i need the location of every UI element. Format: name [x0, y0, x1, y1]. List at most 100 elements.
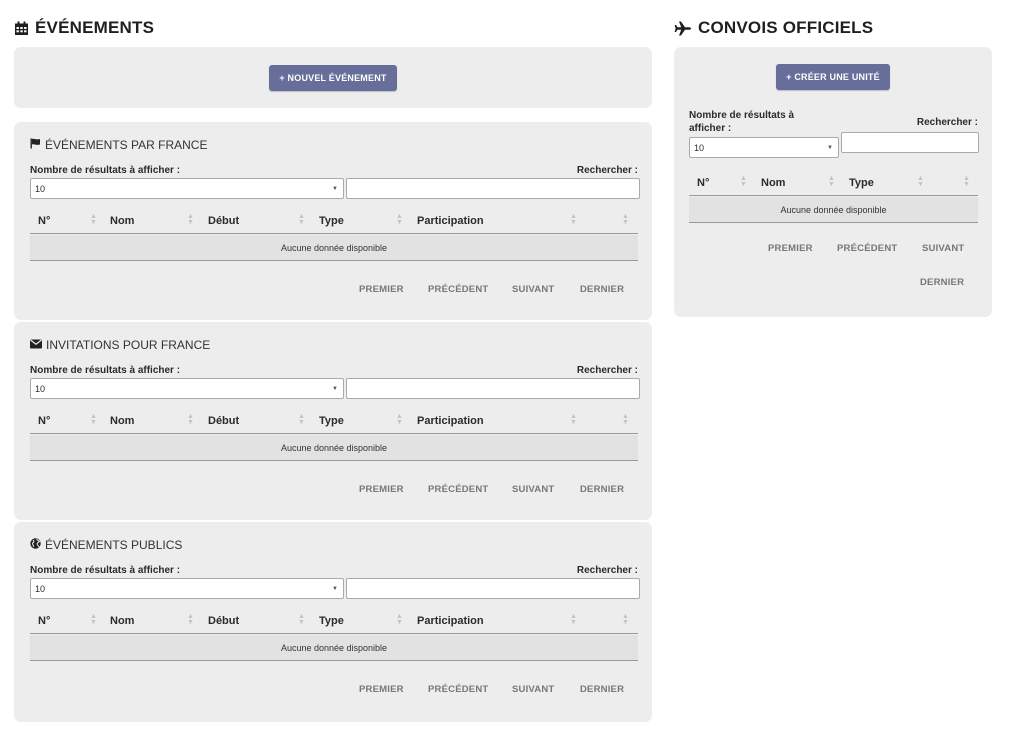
section-header: ÉVÉNEMENTS PUBLICS — [30, 538, 182, 552]
pagination-next[interactable]: SUIVANT — [512, 484, 554, 495]
search-input[interactable] — [841, 132, 979, 153]
empty-row: Aucune donnée disponible — [30, 435, 638, 461]
col-name[interactable]: Nom — [110, 615, 134, 627]
search-label: Rechercher : — [576, 565, 638, 576]
calendar-icon — [14, 21, 29, 36]
col-name[interactable]: Nom — [761, 177, 785, 189]
col-number[interactable]: N° — [697, 177, 709, 189]
pagination-previous[interactable]: PRÉCÉDENT — [837, 243, 897, 254]
caret-down-icon: ▼ — [332, 586, 338, 592]
length-select[interactable]: 10 ▼ — [689, 137, 839, 158]
col-participation[interactable]: Participation — [417, 415, 484, 427]
public-events-card: ÉVÉNEMENTS PUBLICS Nombre de résultats à… — [14, 522, 652, 722]
sort-icon: ▲ ▼ — [90, 613, 97, 626]
events-title: ÉVÉNEMENTS — [14, 18, 154, 38]
pagination-previous[interactable]: PRÉCÉDENT — [428, 684, 488, 695]
pagination-last[interactable]: DERNIER — [920, 277, 964, 288]
col-number[interactable]: N° — [38, 415, 50, 427]
length-label: Nombre de résultats à afficher : — [30, 165, 181, 176]
globe-icon — [30, 538, 41, 552]
search-label: Rechercher : — [576, 165, 638, 176]
pagination-last[interactable]: DERNIER — [580, 684, 624, 695]
length-label: Nombre de résultats à afficher : — [30, 565, 181, 576]
empty-row: Aucune donnée disponible — [689, 197, 978, 223]
search-input[interactable] — [346, 178, 640, 199]
col-start[interactable]: Début — [208, 215, 239, 227]
create-unit-button[interactable]: + CRÉER UNE UNITÉ — [776, 64, 890, 90]
col-participation[interactable]: Participation — [417, 215, 484, 227]
sort-icon: ▲ ▼ — [187, 413, 194, 426]
length-select[interactable]: 10 ▼ — [30, 178, 344, 199]
length-label: Nombre de résultats à afficher : — [30, 365, 181, 376]
sort-icon: ▲ ▼ — [298, 613, 305, 626]
sort-icon: ▲ ▼ — [187, 613, 194, 626]
pagination-first[interactable]: PREMIER — [359, 284, 404, 295]
col-number[interactable]: N° — [38, 615, 50, 627]
empty-row: Aucune donnée disponible — [30, 635, 638, 661]
sort-icon: ▲ ▼ — [740, 175, 747, 188]
caret-down-icon: ▼ — [827, 145, 833, 151]
envelope-icon — [30, 338, 42, 352]
search-input[interactable] — [346, 578, 640, 599]
col-type[interactable]: Type — [319, 415, 344, 427]
col-type[interactable]: Type — [319, 215, 344, 227]
pagination-next[interactable]: SUIVANT — [922, 243, 964, 254]
table-header: N° ▲ ▼ Nom ▲ ▼ Début ▲ ▼ Type ▲ ▼ Participat… — [30, 408, 638, 434]
pagination-next[interactable]: SUIVANT — [512, 284, 554, 295]
sort-icon: ▲ ▼ — [570, 613, 577, 626]
sort-icon: ▲ ▼ — [90, 213, 97, 226]
empty-row: Aucune donnée disponible — [30, 235, 638, 261]
table-header: N° ▲ ▼ Nom ▲ ▼ Type ▲ ▼ ▲ ▼ — [689, 170, 978, 196]
pagination-last[interactable]: DERNIER — [580, 484, 624, 495]
new-event-button[interactable]: + NOUVEL ÉVÉNEMENT — [269, 65, 397, 91]
search-label: Rechercher : — [916, 117, 978, 128]
length-select-value: 10 — [694, 142, 705, 153]
pagination-first[interactable]: PREMIER — [768, 243, 813, 254]
sort-icon: ▲ ▼ — [187, 213, 194, 226]
section-title: ÉVÉNEMENTS PAR FRANCE — [45, 138, 208, 152]
plane-icon — [674, 21, 692, 36]
sort-icon: ▲ ▼ — [622, 213, 629, 226]
sort-icon: ▲ ▼ — [963, 175, 970, 188]
search-input[interactable] — [346, 378, 640, 399]
sort-icon: ▲ ▼ — [622, 413, 629, 426]
col-name[interactable]: Nom — [110, 215, 134, 227]
pagination-last[interactable]: DERNIER — [580, 284, 624, 295]
caret-down-icon: ▼ — [332, 186, 338, 192]
length-select[interactable]: 10 ▼ — [30, 578, 344, 599]
convoys-title: CONVOIS OFFICIELS — [674, 18, 873, 38]
col-start[interactable]: Début — [208, 415, 239, 427]
length-select-value: 10 — [35, 383, 46, 394]
events-by-country-card: ÉVÉNEMENTS PAR FRANCE Nombre de résultat… — [14, 122, 652, 320]
invitations-card: INVITATIONS POUR FRANCE Nombre de résult… — [14, 322, 652, 520]
pagination-first[interactable]: PREMIER — [359, 684, 404, 695]
sort-icon: ▲ ▼ — [298, 213, 305, 226]
pagination-previous[interactable]: PRÉCÉDENT — [428, 484, 488, 495]
section-title: ÉVÉNEMENTS PUBLICS — [45, 538, 183, 552]
length-select[interactable]: 10 ▼ — [30, 378, 344, 399]
col-type[interactable]: Type — [319, 615, 344, 627]
length-select-value: 10 — [35, 183, 46, 194]
col-start[interactable]: Début — [208, 615, 239, 627]
sort-icon: ▲ ▼ — [917, 175, 924, 188]
pagination-first[interactable]: PREMIER — [359, 484, 404, 495]
col-participation[interactable]: Participation — [417, 615, 484, 627]
sort-icon: ▲ ▼ — [828, 175, 835, 188]
new-event-card: + NOUVEL ÉVÉNEMENT — [14, 47, 652, 108]
section-header: INVITATIONS POUR FRANCE — [30, 338, 210, 352]
convoys-card: + CRÉER UNE UNITÉ Nombre de résultats à … — [674, 47, 992, 317]
sort-icon: ▲ ▼ — [570, 413, 577, 426]
events-title-text: ÉVÉNEMENTS — [35, 18, 155, 37]
table-header: N° ▲ ▼ Nom ▲ ▼ Début ▲ ▼ Type ▲ ▼ Participat… — [30, 208, 638, 234]
col-type[interactable]: Type — [849, 177, 874, 189]
pagination-previous[interactable]: PRÉCÉDENT — [428, 284, 488, 295]
sort-icon: ▲ ▼ — [622, 613, 629, 626]
caret-down-icon: ▼ — [332, 386, 338, 392]
section-header: ÉVÉNEMENTS PAR FRANCE — [30, 138, 207, 152]
sort-icon: ▲ ▼ — [298, 413, 305, 426]
col-name[interactable]: Nom — [110, 415, 134, 427]
table-header: N° ▲ ▼ Nom ▲ ▼ Début ▲ ▼ Type ▲ ▼ Participat… — [30, 608, 638, 634]
pagination-next[interactable]: SUIVANT — [512, 684, 554, 695]
search-label: Rechercher : — [576, 365, 638, 376]
col-number[interactable]: N° — [38, 215, 50, 227]
